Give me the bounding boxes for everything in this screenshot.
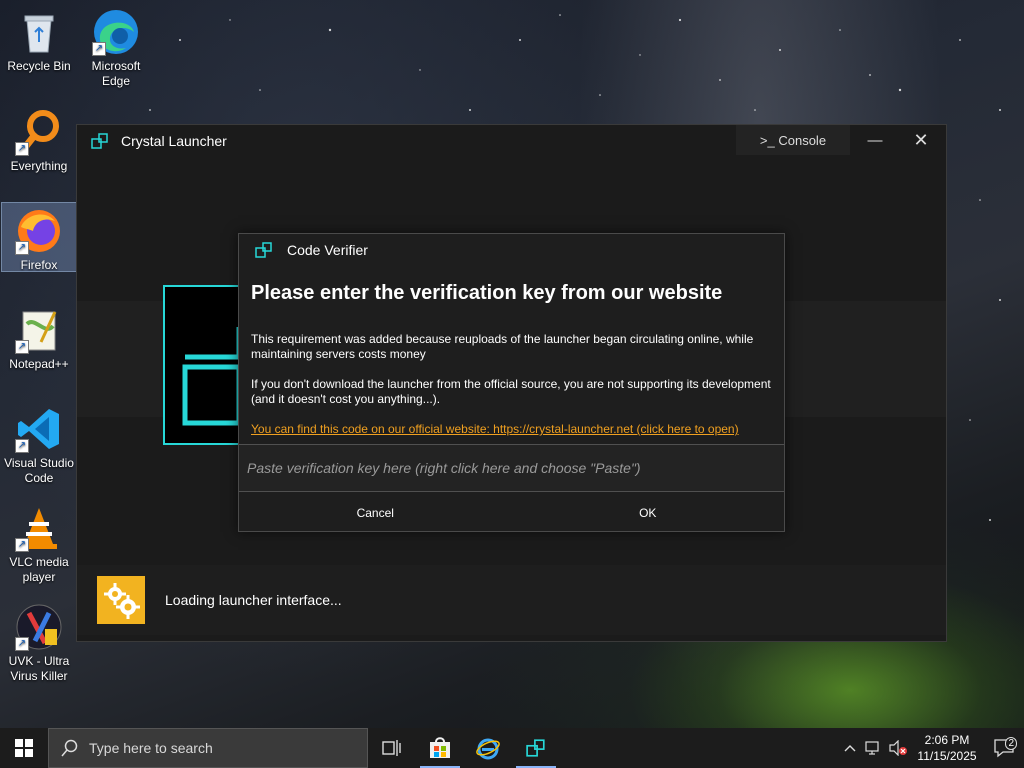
microsoft-store-icon [430, 737, 450, 758]
shortcut-arrow-icon: ↗ [15, 637, 29, 651]
desktop-icon-everything[interactable]: ↗ Everything [2, 104, 76, 174]
desktop-icon-label: UVK - Ultra Virus Killer [8, 654, 70, 683]
shortcut-arrow-icon: ↗ [15, 538, 29, 552]
dialog-title: Code Verifier [287, 242, 368, 258]
launcher-title: Crystal Launcher [121, 133, 227, 149]
show-hidden-icons-button[interactable] [838, 744, 862, 752]
taskbar-search-box[interactable]: Type here to search [48, 728, 368, 768]
desktop-icon-vlc[interactable]: ↗ VLC media player [2, 500, 76, 585]
desktop-icon-vscode[interactable]: ↗ Visual Studio Code [2, 401, 76, 486]
task-view-button[interactable] [368, 728, 416, 768]
desktop-icon-label: Everything [10, 159, 68, 173]
dialog-paragraph: If you don't download the launcher from … [251, 377, 771, 406]
windows-logo-icon [15, 739, 33, 757]
console-button[interactable]: >_ Console [736, 125, 850, 155]
dialog-paragraph: This requirement was added because reupl… [251, 332, 754, 361]
firefox-icon: ↗ [15, 207, 63, 255]
chevron-up-icon [844, 745, 856, 752]
gears-icon [97, 576, 145, 624]
network-button[interactable] [862, 741, 886, 755]
cancel-button[interactable]: Cancel [239, 496, 512, 530]
loading-status-text: Loading launcher interface... [165, 592, 342, 608]
dialog-titlebar[interactable]: Code Verifier [239, 234, 784, 266]
close-button[interactable]: ✕ [898, 125, 944, 155]
desktop-icon-label: Microsoft Edge [91, 59, 141, 88]
system-tray: 2:06 PM 11/15/2025 2 [838, 728, 1024, 768]
search-placeholder: Type here to search [89, 740, 213, 756]
taskbar-crystal-launcher[interactable] [512, 728, 560, 768]
launcher-status-bar: Loading launcher interface... [77, 565, 946, 635]
verification-key-input[interactable] [239, 444, 784, 492]
edge-icon: ↗ [92, 8, 140, 56]
minimize-button[interactable]: — [852, 125, 898, 155]
launcher-titlebar[interactable]: Crystal Launcher >_ Console — ✕ [77, 125, 946, 157]
taskbar: Type here to search 2:06 PM 11/15/2025 2 [0, 728, 1024, 768]
desktop-icon-label: Visual Studio Code [4, 456, 74, 485]
volume-button[interactable] [886, 740, 910, 756]
notepadpp-icon: ↗ [15, 306, 63, 354]
taskbar-store[interactable] [416, 728, 464, 768]
task-view-icon [382, 740, 401, 756]
taskbar-clock[interactable]: 2:06 PM 11/15/2025 [910, 732, 984, 764]
crystal-launcher-icon [526, 739, 545, 757]
desktop-icon-edge[interactable]: ↗ Microsoft Edge [79, 4, 153, 89]
shortcut-arrow-icon: ↗ [15, 340, 29, 354]
desktop-icon-label: Recycle Bin [7, 59, 71, 73]
notification-count-badge: 2 [1005, 737, 1017, 750]
shortcut-arrow-icon: ↗ [15, 142, 29, 156]
desktop-icon-label: VLC media player [9, 555, 69, 584]
crystal-launcher-icon [91, 133, 108, 149]
desktop-icon-uvk[interactable]: ↗ UVK - Ultra Virus Killer [2, 599, 76, 684]
code-verifier-dialog: Code Verifier Please enter the verificat… [238, 233, 785, 532]
everything-search-icon: ↗ [15, 108, 63, 156]
recycle-bin-icon [15, 8, 63, 56]
action-center-button[interactable]: 2 [984, 737, 1024, 758]
network-icon [865, 741, 879, 755]
start-button[interactable] [0, 728, 48, 768]
desktop-icon-notepadpp[interactable]: ↗ Notepad++ [2, 302, 76, 372]
shortcut-arrow-icon: ↗ [15, 439, 29, 453]
shortcut-arrow-icon: ↗ [92, 42, 106, 56]
dialog-button-row: Cancel OK [239, 496, 784, 530]
dialog-heading: Please enter the verification key from o… [251, 282, 723, 304]
shortcut-arrow-icon: ↗ [15, 241, 29, 255]
taskbar-internet-explorer[interactable] [464, 728, 512, 768]
vlc-icon: ↗ [15, 504, 63, 552]
vscode-icon: ↗ [15, 405, 63, 453]
crystal-launcher-icon [255, 242, 272, 258]
desktop-icon-label: Firefox [20, 258, 58, 272]
desktop-icon-firefox[interactable]: ↗ Firefox [1, 202, 77, 272]
ok-button[interactable]: OK [512, 496, 785, 530]
official-website-link[interactable]: You can find this code on our official w… [251, 422, 739, 436]
search-icon [61, 739, 78, 757]
uvk-icon: ↗ [15, 603, 63, 651]
desktop-icon-recycle-bin[interactable]: Recycle Bin [2, 4, 76, 74]
internet-explorer-icon [476, 738, 500, 760]
clock-date: 11/15/2025 [917, 749, 977, 763]
volume-muted-icon [889, 740, 907, 756]
clock-time: 2:06 PM [924, 733, 970, 747]
desktop-icon-label: Notepad++ [9, 357, 69, 371]
